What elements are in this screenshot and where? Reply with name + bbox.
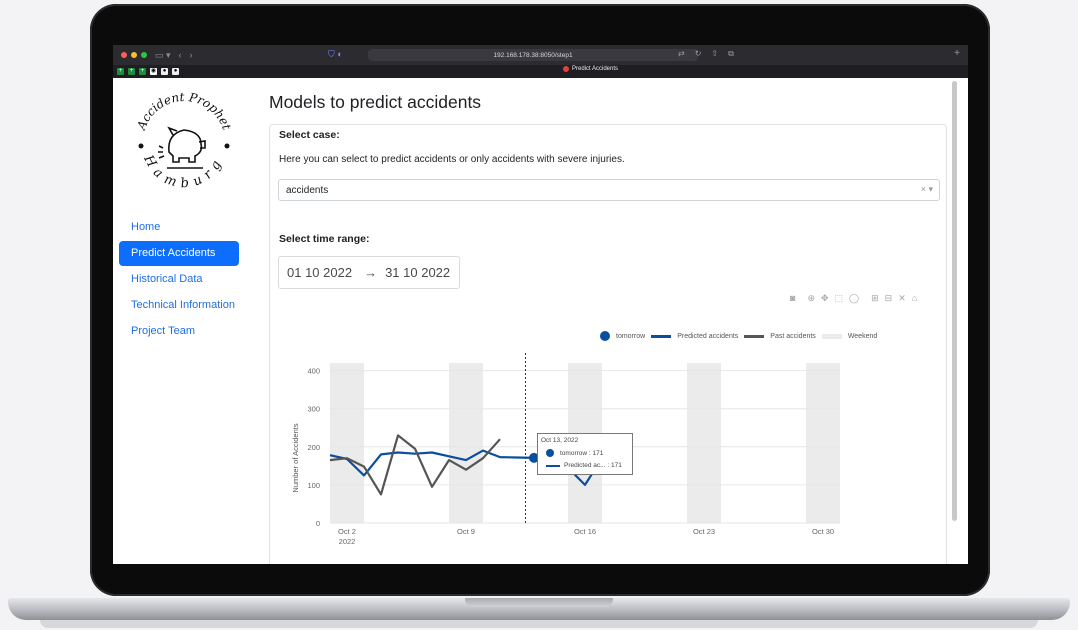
reload-icon[interactable]: ↻ bbox=[695, 49, 702, 59]
back-icon[interactable]: ‹ bbox=[179, 50, 182, 60]
laptop-shadow bbox=[40, 620, 1038, 628]
window-controls bbox=[121, 52, 147, 58]
reset-axes-icon[interactable]: ⌂ bbox=[912, 293, 917, 304]
url-text: 192.168.178.38:8050/step1 bbox=[493, 51, 573, 59]
y-tick-label: 0 bbox=[316, 519, 320, 528]
model-card: Select case: Here you can select to pred… bbox=[269, 124, 947, 564]
legend-swatch-past bbox=[744, 334, 765, 338]
clear-and-chevron-icon[interactable]: × ▾ bbox=[921, 184, 933, 195]
legend-label-past[interactable]: Past accidents bbox=[770, 333, 816, 340]
screen: ▭ ▾ ‹ › ⛉ ◐ 192.168.178.38:8050/step1 ⇄ … bbox=[113, 45, 968, 564]
lasso-icon[interactable]: ◯ bbox=[849, 293, 859, 304]
y-tick-label: 100 bbox=[307, 481, 320, 490]
zoom-in-icon[interactable]: ⊞ bbox=[871, 293, 879, 304]
start-date[interactable]: 01 10 2022 bbox=[287, 265, 352, 280]
date-range-picker[interactable]: 01 10 2022 → 31 10 2022 bbox=[278, 256, 460, 289]
sidebar-toggle-icon[interactable]: ▭ ▾ bbox=[155, 50, 171, 61]
sidebar: Accident Prophet Hamburg Home Predict Ac… bbox=[113, 78, 268, 564]
tab-favicon-icon bbox=[563, 66, 569, 72]
end-date[interactable]: 31 10 2022 bbox=[385, 265, 450, 280]
sidebar-item-home[interactable]: Home bbox=[119, 215, 239, 240]
x-tick-label: Oct 30 bbox=[812, 527, 834, 536]
legend-label-predicted[interactable]: Predicted accidents bbox=[677, 333, 738, 340]
pan-icon[interactable]: ✥ bbox=[821, 293, 829, 304]
legend-swatch-tomorrow bbox=[600, 331, 610, 341]
logo: Accident Prophet Hamburg bbox=[129, 86, 239, 209]
bookmark-sheet-icon[interactable]: + bbox=[117, 68, 124, 75]
logo-top-text: Accident Prophet bbox=[134, 90, 234, 133]
chart-legend: tomorrow Predicted accidents Past accide… bbox=[600, 331, 877, 341]
tabs-overview-icon[interactable]: ⧉ bbox=[728, 49, 734, 59]
close-window-button[interactable] bbox=[121, 52, 127, 58]
page: Accident Prophet Hamburg Home Predict Ac… bbox=[113, 78, 968, 564]
chart-modebar: ◙ ⊕ ✥ ⬚ ◯ ⊞ ⊟ ✕ ⌂ bbox=[790, 293, 917, 304]
zoom-out-icon[interactable]: ⊟ bbox=[885, 293, 893, 304]
camera-icon[interactable]: ◙ bbox=[790, 293, 795, 304]
sidebar-nav: Home Predict Accidents Historical Data T… bbox=[119, 215, 239, 345]
sidebar-item-predict-accidents[interactable]: Predict Accidents bbox=[119, 241, 239, 266]
x-tick-label: Oct 23 bbox=[693, 527, 715, 536]
page-title: Models to predict accidents bbox=[269, 92, 482, 112]
hover-row-tomorrow: tomorrow : 171 bbox=[560, 449, 604, 457]
toolbar-right: ⇄ ↻ ⇧ ⧉ bbox=[678, 49, 734, 59]
weekend-band bbox=[687, 363, 721, 523]
weekend-band bbox=[449, 363, 483, 523]
sidebar-item-project-team[interactable]: Project Team bbox=[119, 319, 239, 344]
hover-dot bbox=[546, 449, 554, 457]
weekend-band bbox=[806, 363, 840, 523]
case-label: Select case: bbox=[279, 129, 340, 141]
browser-titlebar: ▭ ▾ ‹ › ⛉ ◐ 192.168.178.38:8050/step1 ⇄ … bbox=[113, 45, 968, 65]
y-axis-title: Number of Accidents bbox=[291, 423, 300, 492]
case-select[interactable]: accidents × ▾ bbox=[278, 179, 940, 201]
y-tick-label: 200 bbox=[307, 443, 320, 452]
autoscale-icon[interactable]: ✕ bbox=[898, 293, 906, 304]
share-icon[interactable]: ⇧ bbox=[711, 49, 718, 59]
bookmark-sheet-icon[interactable]: + bbox=[128, 68, 135, 75]
arrow-right-icon: → bbox=[364, 265, 378, 280]
laptop-notch bbox=[465, 598, 613, 607]
shield-icon[interactable]: ⛉ ◐ bbox=[328, 49, 343, 60]
legend-swatch-predicted bbox=[651, 334, 672, 338]
main-content: Models to predict accidents Select case:… bbox=[269, 78, 959, 564]
x-tick-label: Oct 16 bbox=[574, 527, 596, 536]
case-select-value: accidents bbox=[286, 184, 329, 196]
legend-label-weekend[interactable]: Weekend bbox=[848, 333, 877, 340]
x-tick-label: Oct 2 bbox=[338, 527, 356, 536]
x-tick-sublabel: 2022 bbox=[339, 537, 356, 546]
svg-text:Accident Prophet: Accident Prophet bbox=[134, 90, 234, 133]
legend-label-tomorrow[interactable]: tomorrow bbox=[616, 333, 645, 340]
active-tab[interactable]: Predict Accidents bbox=[563, 66, 618, 72]
translate-icon[interactable]: ⇄ bbox=[678, 49, 685, 59]
tab-bar: + + + ◉ ● ● Predict Accidents bbox=[113, 65, 968, 78]
bookmark-github-icon[interactable]: ● bbox=[161, 68, 168, 75]
box-select-icon[interactable]: ⬚ bbox=[835, 293, 844, 304]
legend-swatch-weekend bbox=[821, 333, 842, 339]
x-tick-label: Oct 9 bbox=[457, 527, 475, 536]
bookmark-github-icon[interactable]: ● bbox=[172, 68, 179, 75]
y-tick-label: 400 bbox=[307, 367, 320, 376]
hover-tooltip: Oct 13, 2022 tomorrow : 171 Predicted ac… bbox=[537, 433, 633, 475]
sidebar-item-historical-data[interactable]: Historical Data bbox=[119, 267, 239, 292]
hover-title: Oct 13, 2022 bbox=[541, 437, 579, 444]
case-description: Here you can select to predict accidents… bbox=[279, 154, 625, 165]
bookmark-chrome-icon[interactable]: ◉ bbox=[150, 68, 157, 75]
hover-row-predicted: Predicted ac... : 171 bbox=[564, 462, 622, 469]
zoom-window-button[interactable] bbox=[141, 52, 147, 58]
new-tab-icon[interactable]: + bbox=[954, 48, 960, 59]
piggy-bank-icon bbox=[158, 126, 206, 169]
y-tick-label: 300 bbox=[307, 405, 320, 414]
page-scrollbar[interactable] bbox=[952, 81, 957, 521]
address-bar[interactable]: 192.168.178.38:8050/step1 bbox=[368, 49, 698, 61]
weekend-band bbox=[330, 363, 364, 523]
zoom-icon[interactable]: ⊕ bbox=[807, 293, 815, 304]
minimize-window-button[interactable] bbox=[131, 52, 137, 58]
bookmark-sheet-icon[interactable]: + bbox=[139, 68, 146, 75]
tab-title: Predict Accidents bbox=[572, 66, 619, 72]
range-label: Select time range: bbox=[279, 233, 370, 245]
forward-icon[interactable]: › bbox=[190, 50, 193, 60]
hover-line bbox=[546, 464, 560, 467]
sidebar-item-technical-information[interactable]: Technical Information bbox=[119, 293, 239, 318]
